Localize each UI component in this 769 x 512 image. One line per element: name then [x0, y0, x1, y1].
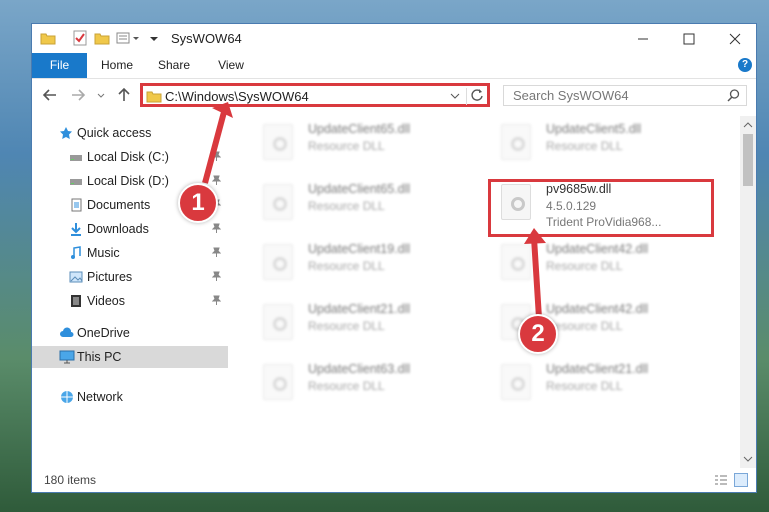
arrow-to-address-bar	[202, 111, 227, 184]
step-2-badge: 2	[518, 314, 558, 354]
arrow-head	[524, 228, 546, 244]
step-1-badge: 1	[178, 183, 218, 223]
arrow-to-file	[531, 237, 542, 319]
annotation-arrows	[202, 102, 546, 319]
